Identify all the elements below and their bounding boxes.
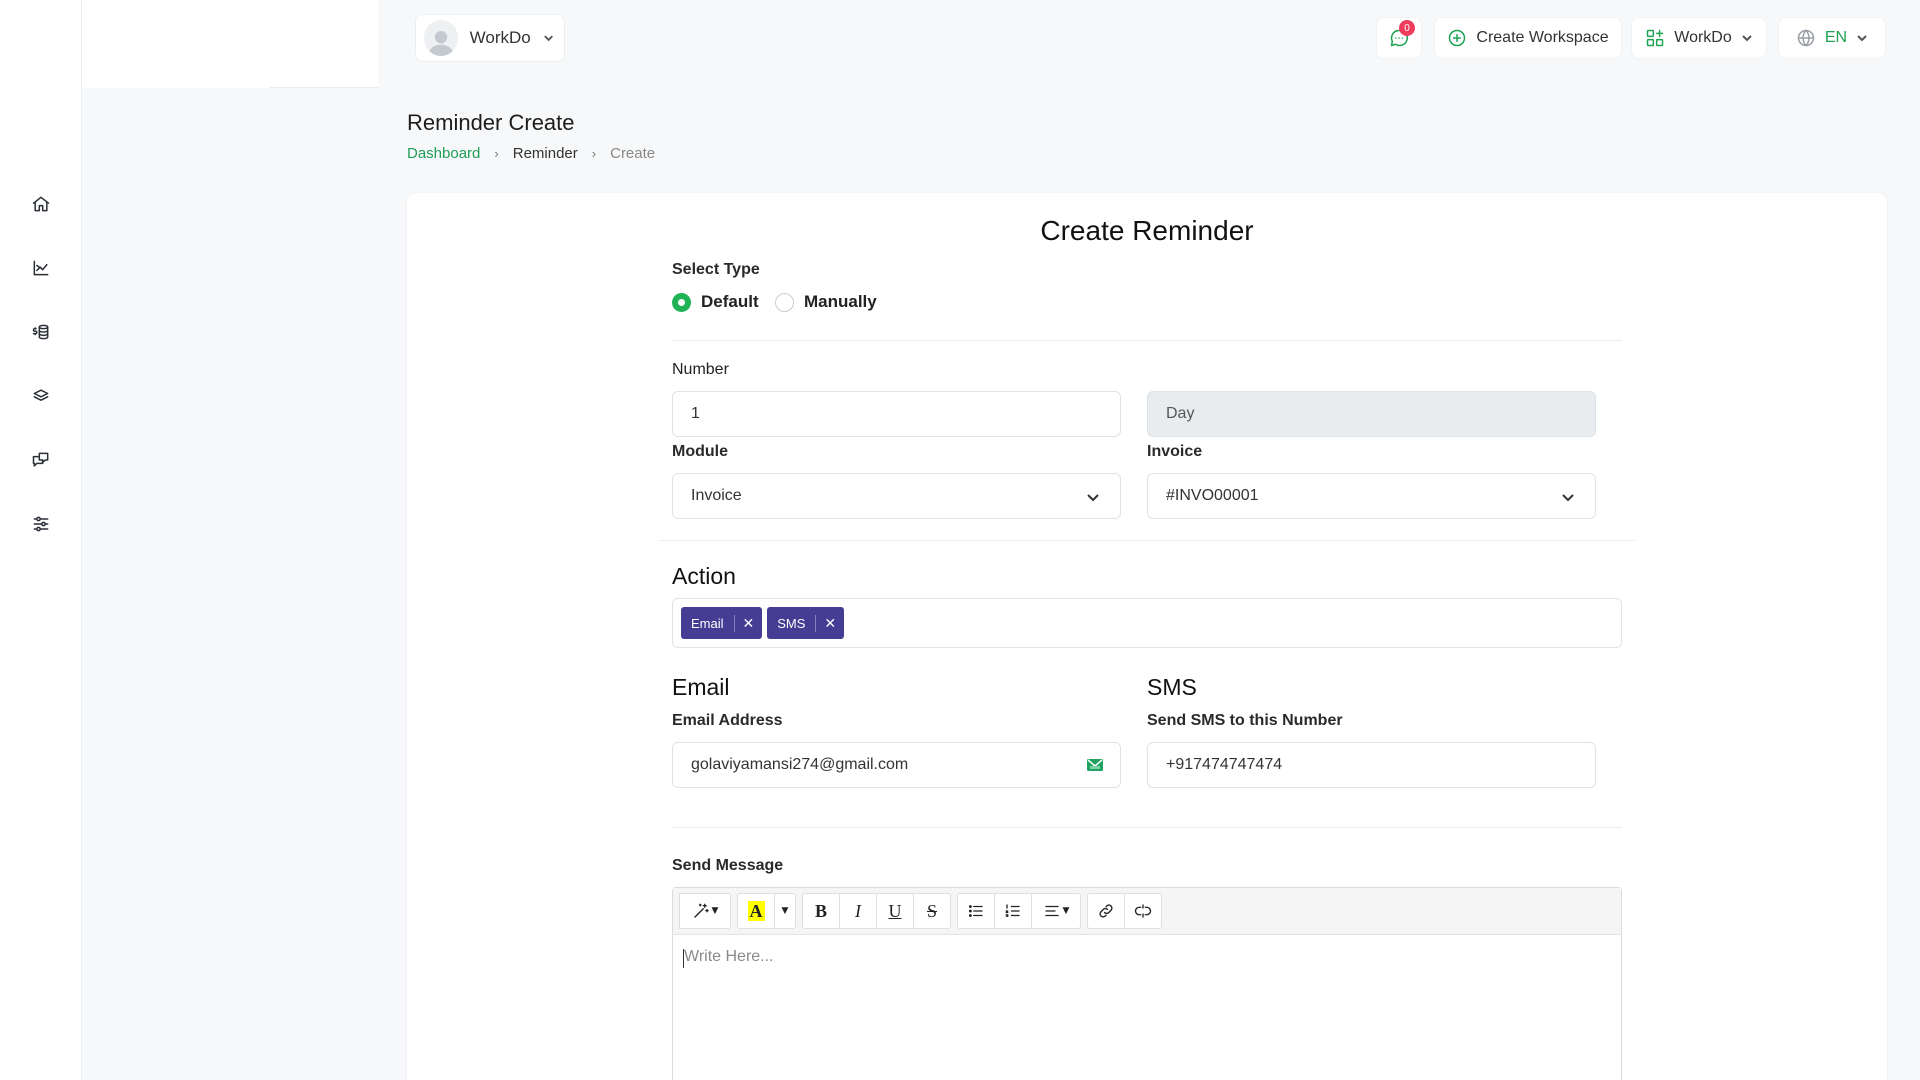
bold-icon: B: [814, 900, 827, 921]
underline-button[interactable]: U: [876, 893, 914, 929]
send-message-label: Send Message: [672, 857, 784, 874]
reminder-form-card: Create Reminder Select Type Default Manu…: [407, 193, 1887, 1080]
workspace-name: WorkDo: [1674, 29, 1732, 46]
sidebar-item-finance[interactable]: [0, 300, 82, 364]
italic-button[interactable]: I: [839, 893, 877, 929]
magic-wand-icon: [693, 903, 709, 918]
user-name: WorkDo: [469, 28, 531, 47]
avatar: [424, 20, 458, 56]
form-title: Create Reminder: [1040, 215, 1254, 246]
chevron-down-icon: [543, 35, 553, 42]
type-manually-radio[interactable]: Manually: [775, 292, 877, 312]
number-input[interactable]: 1: [672, 391, 1121, 437]
action-multiselect[interactable]: Email ✕ SMS ✕: [672, 598, 1622, 648]
mail-icon: [1087, 759, 1103, 771]
sidebar-item-settings[interactable]: [0, 492, 82, 556]
divider: [270, 87, 378, 88]
align-button[interactable]: ▼: [1031, 893, 1081, 929]
numbered-list-icon: [1005, 904, 1020, 917]
invoice-label: Invoice: [1147, 443, 1203, 460]
sidebar-item-dashboard[interactable]: [0, 172, 82, 236]
chevron-down-icon: [1562, 494, 1574, 502]
align-left-icon: [1044, 905, 1059, 917]
invoice-select[interactable]: #INVO00001: [1147, 473, 1596, 519]
chart-icon: [33, 260, 49, 276]
email-address-input[interactable]: golaviyamansi274@gmail.com: [672, 742, 1121, 788]
breadcrumb-dashboard[interactable]: Dashboard: [407, 145, 480, 162]
select-type-label: Select Type: [672, 261, 760, 278]
module-select[interactable]: Invoice: [672, 473, 1121, 519]
messages-icon: [32, 452, 49, 467]
home-icon: [32, 196, 50, 212]
editor-toolbar: ▼ A ▼ B I U S ▼: [673, 888, 1621, 935]
remove-tag-icon[interactable]: ✕: [733, 614, 763, 632]
message-editor[interactable]: ▼ A ▼ B I U S ▼ Write Here...: [672, 887, 1622, 1080]
number-label: Number: [672, 361, 729, 378]
layers-icon: [33, 389, 49, 401]
divider: [672, 340, 1622, 341]
breadcrumb-create: Create: [610, 145, 656, 162]
strikethrough-button[interactable]: S: [913, 893, 951, 929]
breadcrumb: Dashboard › Reminder › Create: [407, 145, 655, 162]
bold-button[interactable]: B: [802, 893, 840, 929]
message-placeholder: Write Here...: [684, 948, 774, 965]
unlink-icon: [1134, 904, 1152, 918]
chevron-right-icon: ›: [591, 146, 597, 161]
sidebar-item-projects[interactable]: [0, 364, 82, 428]
sms-number-input[interactable]: +917474747474: [1147, 742, 1596, 788]
italic-icon: I: [855, 900, 861, 921]
strikethrough-icon: S: [926, 900, 937, 921]
font-color-icon: A: [747, 901, 765, 921]
link-button[interactable]: [1087, 893, 1125, 929]
sidebar-item-reports[interactable]: [0, 236, 82, 300]
notification-badge: 0: [1399, 20, 1415, 36]
divider: [659, 540, 1635, 541]
divider: [672, 827, 1622, 828]
language-code: EN: [1824, 29, 1848, 46]
unlink-button[interactable]: [1124, 893, 1162, 929]
globe-icon: [1797, 29, 1815, 47]
page-title: Reminder Create: [407, 110, 575, 135]
chevron-down-icon: [1087, 494, 1099, 502]
sms-heading: SMS: [1147, 674, 1197, 700]
plus-circle-icon: [1449, 29, 1466, 47]
messages-button[interactable]: 0: [1376, 17, 1422, 59]
user-menu[interactable]: WorkDo: [415, 14, 565, 62]
sidebar-item-messages[interactable]: [0, 428, 82, 492]
chevron-down-icon: [1742, 35, 1752, 42]
workspace-switcher[interactable]: WorkDo: [1631, 17, 1767, 59]
color-dropdown-button[interactable]: ▼: [774, 893, 796, 929]
remove-tag-icon[interactable]: ✕: [815, 614, 844, 632]
apps-icon: [1647, 29, 1664, 47]
action-heading: Action: [672, 563, 736, 589]
unit-field: Day: [1147, 391, 1596, 437]
radio-checked-icon: [672, 292, 691, 312]
type-default-radio[interactable]: Default: [672, 292, 759, 312]
style-button[interactable]: ▼: [679, 893, 731, 929]
bullet-list-button[interactable]: [957, 893, 995, 929]
settings-sliders-icon: [33, 516, 49, 532]
finance-icon: [32, 324, 49, 340]
breadcrumb-reminder[interactable]: Reminder: [513, 145, 578, 162]
language-switcher[interactable]: EN: [1778, 17, 1886, 59]
email-address-label: Email Address: [672, 712, 783, 729]
highlight-color-button[interactable]: A: [737, 893, 775, 929]
link-icon: [1099, 904, 1113, 918]
radio-unchecked-icon: [775, 292, 794, 312]
action-tag-sms[interactable]: SMS ✕: [767, 607, 845, 639]
numbered-list-button[interactable]: [994, 893, 1032, 929]
sidebar: [0, 0, 82, 1080]
email-heading: Email: [672, 674, 730, 700]
module-label: Module: [672, 443, 728, 460]
underline-icon: U: [888, 900, 902, 921]
bullet-list-icon: [968, 905, 983, 917]
create-workspace-button[interactable]: Create Workspace: [1434, 17, 1622, 59]
create-workspace-label: Create Workspace: [1476, 29, 1609, 46]
sms-number-label: Send SMS to this Number: [1147, 712, 1343, 729]
chevron-down-icon: [1857, 35, 1867, 42]
chevron-right-icon: ›: [494, 146, 499, 161]
action-tag-email[interactable]: Email ✕: [681, 607, 763, 639]
